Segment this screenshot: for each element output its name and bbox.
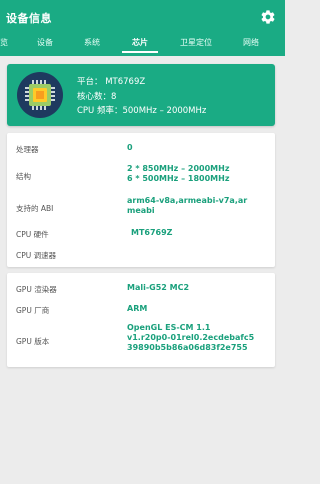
app-bar: 设备信息 览 设备 系统 芯片 卫星定位 网络	[0, 0, 285, 56]
tab-system[interactable]: 系统	[84, 37, 100, 48]
row-value-cpu-hardware: MT6769Z	[131, 228, 173, 237]
cpu-chip-icon	[17, 72, 63, 118]
gear-icon[interactable]	[260, 9, 276, 25]
app-title: 设备信息	[6, 12, 52, 25]
row-value-gpu-version: OpenGL ES-CM 1.1 v1.r20p0-01rel0.2ecdeba…	[127, 323, 255, 352]
gpu-info-card: GPU 渲染器 Mali-G52 MC2 GPU 厂商 ARM GPU 版本 O…	[7, 273, 275, 367]
tab-gnss[interactable]: 卫星定位	[180, 37, 212, 48]
row-label-architecture: 结构	[16, 172, 31, 181]
row-label-cpu-governor: CPU 调速器	[16, 251, 57, 260]
tab-device[interactable]: 设备	[37, 37, 53, 48]
row-label-gpu-vendor: GPU 厂商	[16, 306, 50, 315]
row-label-gpu-version: GPU 版本	[16, 337, 50, 346]
tab-bar: 览 设备 系统 芯片 卫星定位 网络	[0, 34, 285, 54]
active-tab-indicator	[122, 51, 158, 53]
row-label-supported-abi: 支持的 ABI	[16, 204, 54, 213]
chip-cpu-frequency: CPU 频率：500MHz – 2000MHz	[77, 106, 207, 116]
tab-overview[interactable]: 览	[0, 37, 8, 48]
row-label-cpu-hardware: CPU 硬件	[16, 230, 49, 239]
tab-chip[interactable]: 芯片	[132, 37, 148, 48]
chip-platform: 平台： MT6769Z	[77, 77, 146, 87]
cpu-info-card: 处理器 0 结构 2 * 850MHz – 2000MHz 6 * 500MHz…	[7, 133, 275, 267]
tab-network[interactable]: 网络	[243, 37, 259, 48]
row-label-gpu-renderer: GPU 渲染器	[16, 285, 57, 294]
row-label-processor: 处理器	[16, 145, 39, 154]
row-value-gpu-renderer: Mali-G52 MC2	[127, 283, 190, 292]
chip-core-count: 核心数：8	[77, 92, 117, 102]
row-value-architecture: 2 * 850MHz – 2000MHz 6 * 500MHz – 1800MH…	[127, 164, 230, 183]
row-value-supported-abi: arm64-v8a,armeabi-v7a,ar meabi	[127, 196, 248, 215]
row-value-gpu-vendor: ARM	[127, 304, 148, 313]
row-value-processor: 0	[127, 143, 133, 152]
chip-summary-card: 平台： MT6769Z 核心数：8 CPU 频率：500MHz – 2000MH…	[7, 64, 275, 126]
